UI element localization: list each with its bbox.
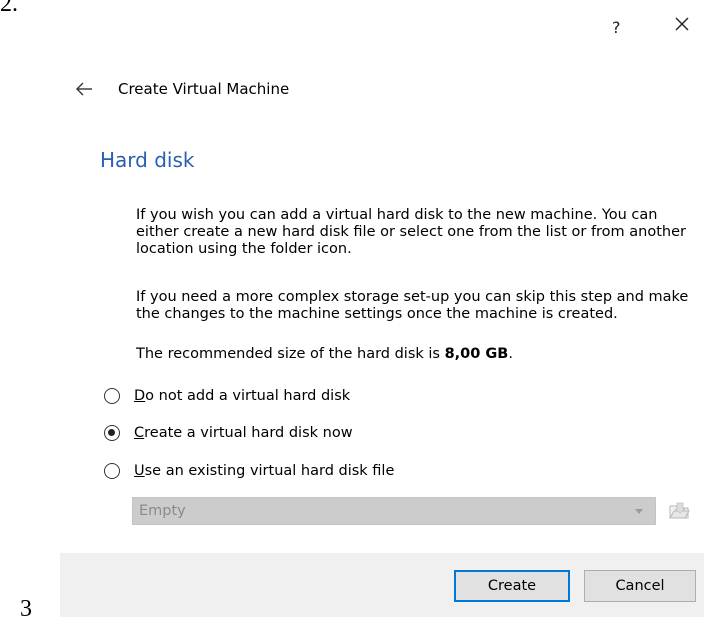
recommended-size-value: 8,00 GB — [444, 346, 509, 362]
close-icon — [675, 17, 689, 31]
radio-label: Do not add a virtual hard disk — [134, 388, 350, 404]
back-button[interactable] — [75, 81, 93, 96]
folder-icon — [669, 502, 690, 519]
mnemonic-letter: D — [134, 388, 146, 404]
existing-disk-select[interactable]: Empty — [132, 497, 656, 525]
description-paragraph-2: If you need a more complex storage set-u… — [136, 289, 689, 322]
cancel-button[interactable]: Cancel — [584, 570, 696, 602]
radio-existing-disk[interactable]: Use an existing virtual hard disk file — [104, 460, 394, 482]
existing-disk-select-value: Empty — [139, 503, 186, 519]
help-button[interactable]: ? — [612, 18, 621, 37]
back-arrow-icon — [76, 82, 92, 96]
choose-disk-file-button[interactable] — [668, 500, 690, 522]
recommended-prefix: The recommended size of the hard disk is — [136, 346, 445, 362]
description-paragraph-1: If you wish you can add a virtual hard d… — [136, 207, 686, 257]
radio-create-disk[interactable]: Create a virtual hard disk now — [104, 422, 353, 444]
screenshot-page: 2. 3 ? Create Virtual Machine Hard disk … — [0, 0, 704, 617]
margin-label-bottom: 3 — [20, 596, 32, 617]
recommended-size-text: The recommended size of the hard disk is… — [136, 346, 696, 363]
create-vm-dialog: ? Create Virtual Machine Hard disk If yo… — [60, 0, 704, 617]
radio-button-checked[interactable] — [104, 425, 120, 441]
radio-label-rest: reate a virtual hard disk now — [144, 425, 353, 441]
recommended-suffix: . — [508, 346, 513, 362]
radio-label-rest: se an existing virtual hard disk file — [144, 463, 395, 479]
wizard-title: Create Virtual Machine — [118, 80, 290, 98]
create-button[interactable]: Create — [454, 570, 570, 602]
chevron-down-icon — [635, 509, 643, 514]
margin-label-top: 2. — [0, 0, 18, 17]
mnemonic-letter: U — [134, 463, 145, 479]
page-heading: Hard disk — [100, 148, 195, 172]
radio-button[interactable] — [104, 463, 120, 479]
radio-label-rest: o not add a virtual hard disk — [145, 388, 351, 404]
mnemonic-letter: C — [134, 425, 145, 441]
radio-label: Use an existing virtual hard disk file — [134, 463, 394, 479]
radio-no-disk[interactable]: Do not add a virtual hard disk — [104, 385, 350, 407]
close-button[interactable] — [672, 14, 692, 34]
radio-label: Create a virtual hard disk now — [134, 425, 353, 441]
radio-button[interactable] — [104, 388, 120, 404]
